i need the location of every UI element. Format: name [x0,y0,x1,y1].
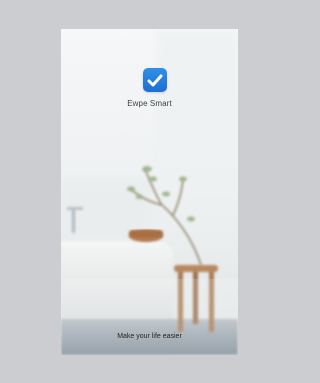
app-name: Ewpe Smart [127,99,172,108]
ewpe-smart-app-icon [143,68,167,92]
splash-screen: Ewpe Smart Make your life easier [61,29,238,355]
tagline: Make your life easier [117,333,182,340]
